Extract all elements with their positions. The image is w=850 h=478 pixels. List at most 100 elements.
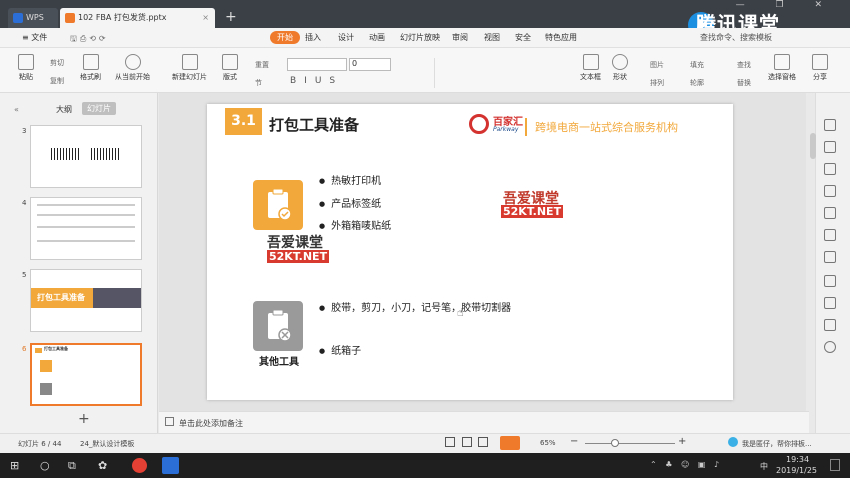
bullet-item[interactable]: 胶带，剪刀，小刀，记号笔，胶带切割器 [319, 299, 511, 314]
clipboard-check-icon[interactable] [253, 180, 303, 230]
font-style-buttons[interactable]: BIUS [290, 76, 343, 86]
command-search[interactable]: 查找命令、搜索模板 [700, 32, 772, 43]
tab-features[interactable]: 特色应用 [545, 32, 577, 43]
chrome-icon[interactable] [132, 458, 147, 473]
tab-slideshow[interactable]: 幻灯片放映 [400, 32, 440, 43]
tab-review[interactable]: 审阅 [452, 32, 468, 43]
text-box-button[interactable]: 文本框 [580, 54, 601, 82]
wps-taskbar-icon[interactable] [162, 457, 179, 474]
notes-pane[interactable]: 单击此处添加备注 [159, 411, 809, 433]
bullet-item[interactable]: 纸箱子 [319, 342, 361, 357]
transition-icon[interactable] [824, 207, 836, 219]
notes-placeholder[interactable]: 单击此处添加备注 [179, 418, 243, 429]
slide-thumbnail-5[interactable]: 打包工具准备 [30, 269, 142, 332]
notification-icon[interactable] [830, 459, 840, 471]
system-tray-icons[interactable]: ⌃ ♣ ☺ ▣ ♪ [650, 460, 722, 469]
template-icon[interactable] [824, 251, 836, 263]
pin-icon[interactable] [824, 119, 836, 131]
tab-insert[interactable]: 插入 [305, 32, 321, 43]
export-icon[interactable] [824, 275, 836, 287]
ime-indicator[interactable]: 中 [760, 461, 768, 472]
star-icon[interactable] [824, 229, 836, 241]
replace-button[interactable]: 替换 [737, 78, 751, 88]
vertical-scrollbar[interactable] [810, 133, 816, 159]
clock-date[interactable]: 2019/1/25 [776, 466, 817, 475]
zoom-slider-handle[interactable] [611, 439, 619, 447]
company-slogan: 跨境电商一站式综合服务机构 [535, 121, 678, 134]
slide-thumbnail-4[interactable] [30, 197, 142, 260]
animation-icon[interactable] [824, 185, 836, 197]
font-name-dropdown[interactable] [287, 58, 347, 71]
tab-document[interactable]: 102 FBA 打包发货.pptx × [60, 8, 215, 28]
copy-button[interactable]: 复制 [50, 76, 64, 86]
cut-button[interactable]: 剪切 [50, 58, 64, 68]
quick-access-icons[interactable]: 🖫⎙⟲⟳ [70, 33, 109, 47]
template-name[interactable]: 24_默认设计模板 [80, 439, 134, 449]
help-icon[interactable] [824, 341, 836, 353]
task-view-icon[interactable]: ⧉ [68, 459, 76, 473]
zoom-level[interactable]: 65% [540, 439, 556, 447]
tab-home[interactable]: 开始 [270, 31, 300, 44]
wps-logo-icon [13, 13, 23, 23]
font-size-dropdown[interactable]: 0 [349, 58, 391, 71]
tab-animation[interactable]: 动画 [369, 32, 385, 43]
bullet-item[interactable]: 热敏打印机 [319, 172, 381, 187]
window-controls[interactable]: — ❐ ✕ [736, 0, 836, 10]
format-painter-button[interactable]: 格式刷 [80, 54, 101, 82]
app-icon[interactable]: ✿ [98, 459, 107, 472]
assistant-text[interactable]: 我是匿仔，帮你排板... [742, 439, 812, 449]
outline-button[interactable]: 轮廓 [690, 78, 704, 88]
clipboard-x-icon[interactable] [253, 301, 303, 351]
fill-button[interactable]: 填充 [690, 60, 704, 70]
play-slideshow-button[interactable] [500, 436, 520, 450]
zoom-out-icon[interactable]: − [570, 436, 578, 447]
image-icon[interactable] [824, 297, 836, 309]
search-icon[interactable]: ○ [40, 459, 50, 472]
normal-view-icon[interactable] [445, 437, 455, 447]
selection-pane-button[interactable]: 选择窗格 [768, 54, 796, 82]
file-menu[interactable]: ≡ 文件 [22, 32, 47, 43]
object-icon[interactable] [824, 163, 836, 175]
history-icon[interactable] [824, 319, 836, 331]
windows-taskbar: ⊞ ○ ⧉ ✿ ⌃ ♣ ☺ ▣ ♪ 中 19:34 2019/1/25 [0, 453, 850, 478]
bullet-item[interactable]: 产品标签纸 [319, 195, 381, 210]
reading-view-icon[interactable] [478, 437, 488, 447]
tab-security[interactable]: 安全 [515, 32, 531, 43]
layout-button[interactable]: 版式 [222, 54, 238, 82]
tab-slides[interactable]: 幻灯片 [82, 102, 116, 115]
play-from-current-button[interactable]: 从当前开始 [115, 54, 150, 82]
tab-wps-home[interactable]: WPS [8, 8, 58, 28]
collapse-panel-icon[interactable]: « [14, 105, 19, 114]
company-logo-icon [469, 114, 489, 134]
arrange-button[interactable]: 排列 [650, 78, 664, 88]
slide-sorter-icon[interactable] [462, 437, 472, 447]
group-label[interactable]: 其他工具 [259, 353, 299, 368]
tab-outline[interactable]: 大纲 [56, 104, 72, 115]
find-button[interactable]: 查找 [737, 60, 751, 70]
paragraph-group[interactable] [434, 58, 574, 88]
slide-thumbnail-6-selected[interactable]: 打包工具准备 [30, 343, 142, 406]
slide-title[interactable]: 打包工具准备 [269, 114, 359, 135]
paste-button[interactable]: 粘贴 [18, 54, 34, 82]
zoom-slider[interactable] [585, 443, 675, 444]
shape-button[interactable]: 形状 [612, 54, 628, 82]
windows-start-icon[interactable]: ⊞ [10, 459, 19, 472]
bullet-item[interactable]: 外箱箱唛贴纸 [319, 217, 391, 232]
image-button[interactable]: 图片 [650, 60, 664, 70]
slide-number: 3 [22, 127, 27, 135]
zoom-in-icon[interactable]: + [678, 436, 686, 447]
slide-canvas[interactable]: 3.1 打包工具准备 百家汇 Parkway 跨境电商一站式综合服务机构 热敏打… [207, 104, 733, 400]
section-button[interactable]: 节 [255, 78, 262, 88]
new-slide-button[interactable]: 新建幻灯片 [172, 54, 207, 82]
slide-thumbnail-3[interactable] [30, 125, 142, 188]
slide-number: 4 [22, 199, 27, 207]
copy-icon[interactable] [824, 141, 836, 153]
tab-view[interactable]: 视图 [484, 32, 500, 43]
add-slide-button[interactable]: + [78, 411, 90, 427]
reset-button[interactable]: 重置 [255, 60, 269, 70]
new-tab-button[interactable]: + [225, 9, 237, 25]
close-tab-icon[interactable]: × [202, 8, 209, 28]
share-button[interactable]: 分享 [812, 54, 828, 82]
tab-design[interactable]: 设计 [338, 32, 354, 43]
clock-time[interactable]: 19:34 [786, 455, 809, 464]
